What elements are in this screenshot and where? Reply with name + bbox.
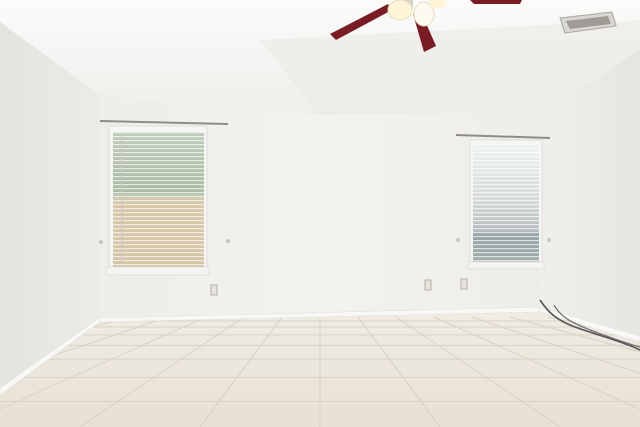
wall-hook-left-2	[226, 239, 230, 243]
fan-light	[413, 1, 435, 27]
wall-hook-right-2	[547, 238, 551, 242]
right-window	[455, 134, 551, 270]
empty-room-photo	[0, 0, 640, 427]
electrical-outlet	[460, 278, 468, 290]
fan-light	[387, 0, 413, 21]
wall-hook-left-1	[99, 240, 103, 244]
right-window-blinds	[473, 145, 539, 262]
left-window-sill	[106, 266, 210, 276]
wall-hook-right-1	[456, 238, 460, 242]
electrical-outlet	[210, 284, 218, 296]
right-window-sill	[467, 261, 545, 270]
fan-blade	[470, 0, 522, 4]
left-window-blinds	[113, 132, 204, 267]
electrical-outlet	[424, 279, 432, 291]
